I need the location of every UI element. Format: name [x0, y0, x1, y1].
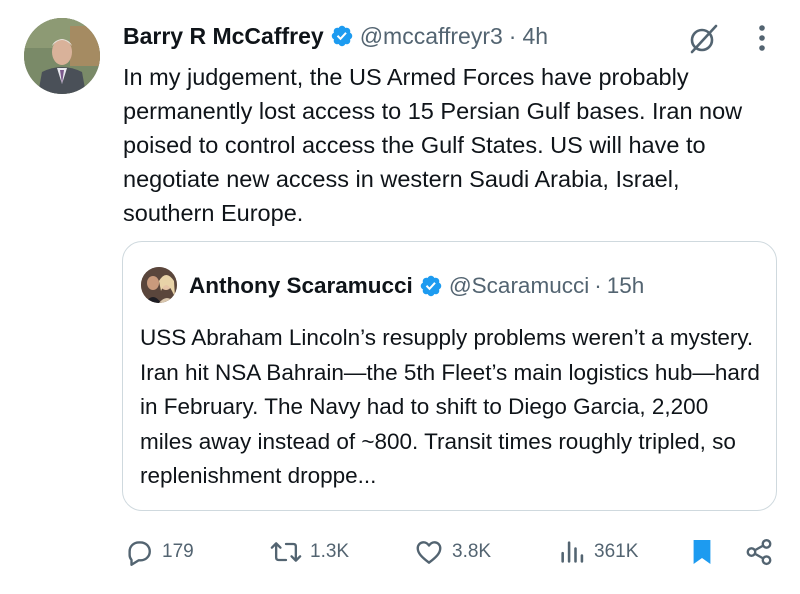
- author-handle[interactable]: @mccaffreyr3: [360, 23, 503, 50]
- separator-dot: ·: [594, 273, 602, 298]
- repost-count: 1.3K: [310, 541, 350, 562]
- tweet-text: In my judgement, the US Armed Forces hav…: [123, 64, 743, 226]
- like-button[interactable]: 3.8K: [414, 530, 491, 574]
- views-count: 361K: [594, 541, 639, 562]
- reply-button[interactable]: 179: [124, 530, 194, 574]
- quote-author-avatar[interactable]: [141, 267, 177, 303]
- author-name[interactable]: Barry R McCaffrey: [123, 23, 324, 50]
- bookmark-icon: [693, 540, 711, 564]
- tweet-timestamp[interactable]: 4h: [522, 23, 548, 50]
- reply-count: 179: [162, 541, 194, 562]
- views-button[interactable]: 361K: [558, 530, 638, 574]
- tweet-header: Barry R McCaffrey @mccaffreyr3 · 4h: [123, 20, 548, 52]
- verified-badge-icon: [420, 275, 442, 297]
- quote-author-photo: [141, 267, 177, 303]
- quote-text: USS Abraham Lincoln’s resupply problems …: [140, 325, 760, 488]
- quoted-tweet[interactable]: Anthony Scaramucci @Scaramucci · 15h USS…: [122, 241, 777, 511]
- separator-dot: ·: [508, 22, 517, 49]
- author-avatar[interactable]: [24, 18, 100, 94]
- quote-author-handle[interactable]: @Scaramucci: [449, 273, 589, 299]
- verified-badge-icon: [331, 25, 352, 47]
- bookmark-button[interactable]: [690, 530, 714, 574]
- heart-icon: [416, 541, 442, 564]
- share-button[interactable]: [744, 530, 774, 574]
- quote-timestamp[interactable]: 15h: [607, 273, 645, 299]
- share-icon: [746, 538, 772, 566]
- like-count: 3.8K: [452, 541, 492, 562]
- reply-icon: [128, 541, 151, 566]
- tweet-action-bar: 179 1.3K 3.8K 361K: [0, 530, 800, 574]
- more-options-icon[interactable]: [748, 22, 776, 54]
- grok-icon[interactable]: [686, 22, 720, 56]
- repost-icon: [270, 542, 302, 562]
- quote-header: Anthony Scaramucci @Scaramucci · 15h: [189, 270, 644, 302]
- quote-author-name[interactable]: Anthony Scaramucci: [189, 273, 413, 299]
- analytics-icon: [561, 541, 584, 563]
- repost-button[interactable]: 1.3K: [270, 530, 349, 574]
- author-photo: [24, 18, 100, 94]
